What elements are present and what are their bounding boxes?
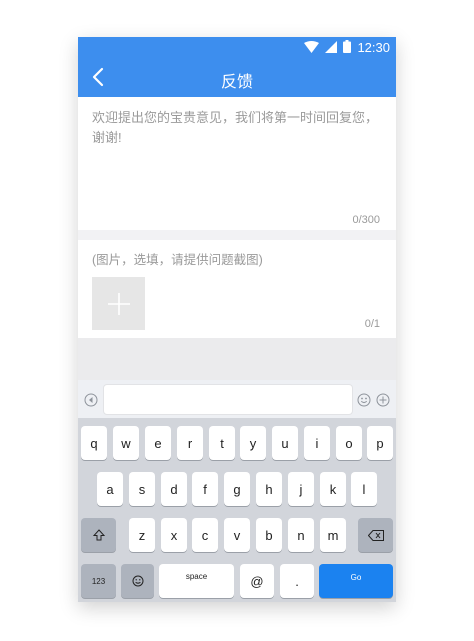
key-y[interactable]: y: [240, 426, 266, 460]
key-n[interactable]: n: [288, 518, 314, 552]
space-key[interactable]: space: [159, 564, 234, 598]
key-m[interactable]: m: [320, 518, 346, 552]
numbers-key[interactable]: 123: [81, 564, 116, 598]
signal-icon: [325, 40, 338, 56]
key-d[interactable]: d: [161, 472, 187, 506]
plus-icon: [107, 292, 130, 315]
keyboard: q w e r t y u i o p a s d f g h j k l z …: [78, 418, 396, 602]
key-x[interactable]: x: [161, 518, 187, 552]
attachment-section: (图片，选填，请提供问题截图) 0/1: [78, 240, 396, 338]
key-r[interactable]: r: [177, 426, 203, 460]
dot-key[interactable]: .: [280, 564, 314, 598]
feedback-textarea[interactable]: 欢迎提出您的宝贵意见，我们将第一时间回复您，谢谢! 0/300: [78, 97, 396, 230]
key-o[interactable]: o: [336, 426, 362, 460]
content-spacer: [78, 338, 396, 380]
key-i[interactable]: i: [304, 426, 330, 460]
shift-icon: [92, 529, 105, 541]
key-v[interactable]: v: [224, 518, 250, 552]
shift-key[interactable]: [81, 518, 116, 552]
emoji-key[interactable]: [121, 564, 154, 598]
key-b[interactable]: b: [256, 518, 282, 552]
attachment-hint: (图片，选填，请提供问题截图): [92, 253, 263, 267]
key-u[interactable]: u: [272, 426, 298, 460]
wifi-icon: [304, 40, 320, 56]
feedback-placeholder: 欢迎提出您的宝贵意见，我们将第一时间回复您，谢谢!: [92, 110, 379, 145]
attachment-counter: 0/1: [364, 318, 380, 330]
status-time: 12:30: [357, 40, 390, 55]
go-button[interactable]: Go: [319, 564, 393, 598]
feedback-char-counter: 0/300: [352, 214, 380, 226]
key-e[interactable]: e: [145, 426, 171, 460]
key-w[interactable]: w: [113, 426, 139, 460]
status-bar: 12:30: [78, 37, 396, 57]
key-j[interactable]: j: [288, 472, 314, 506]
keyboard-input-bar: [78, 380, 396, 418]
key-s[interactable]: s: [129, 472, 155, 506]
key-c[interactable]: c: [192, 518, 218, 552]
add-circle-icon[interactable]: [376, 393, 390, 407]
emoji-icon[interactable]: [357, 393, 371, 407]
key-f[interactable]: f: [192, 472, 218, 506]
key-h[interactable]: h: [256, 472, 282, 506]
phone-frame: 12:30 反馈 欢迎提出您的宝贵意见，我们将第一时间回复您，谢谢! 0/300…: [78, 37, 396, 602]
key-p[interactable]: p: [367, 426, 393, 460]
page-title: 反馈: [220, 74, 253, 91]
at-key[interactable]: @: [240, 564, 274, 598]
key-z[interactable]: z: [129, 518, 155, 552]
battery-icon: [343, 40, 352, 56]
status-indicators: 12:30: [304, 40, 390, 56]
key-k[interactable]: k: [320, 472, 346, 506]
backspace-icon: [367, 529, 384, 541]
key-a[interactable]: a: [97, 472, 123, 506]
key-g[interactable]: g: [224, 472, 250, 506]
add-image-button[interactable]: [92, 277, 145, 330]
emoji-icon: [132, 575, 143, 587]
delete-key[interactable]: [358, 518, 393, 552]
voice-icon[interactable]: [84, 393, 98, 407]
key-q[interactable]: q: [81, 426, 107, 460]
keyboard-text-input[interactable]: [103, 384, 353, 415]
key-t[interactable]: t: [209, 426, 235, 460]
nav-bar: 反馈: [78, 57, 396, 97]
key-l[interactable]: l: [351, 472, 377, 506]
